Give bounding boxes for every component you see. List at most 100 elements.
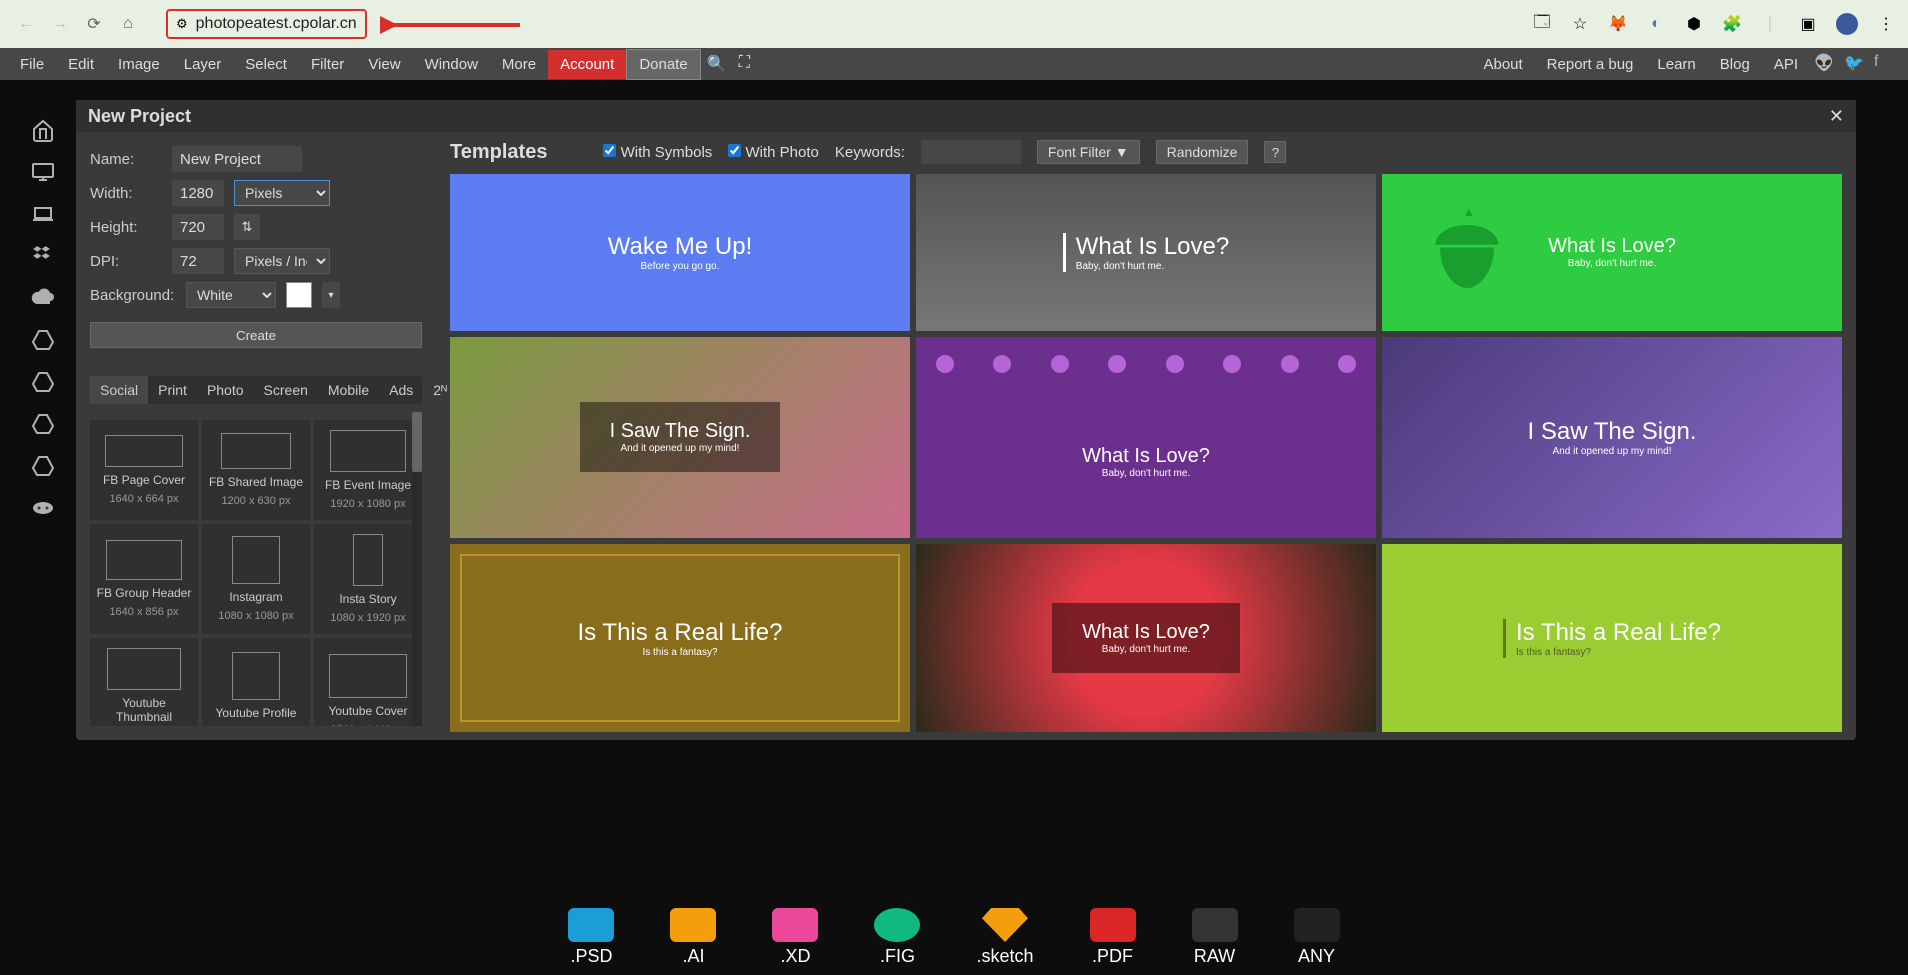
preset-item[interactable]: Youtube Thumbnail1280 x 720 px	[90, 638, 198, 726]
back-button[interactable]: ←	[12, 10, 40, 38]
template-card[interactable]: I Saw The Sign. And it opened up my mind…	[1382, 337, 1842, 539]
menu-layer[interactable]: Layer	[172, 50, 234, 79]
preset-scrollbar[interactable]	[412, 412, 422, 726]
preset-item[interactable]: Youtube Profile800 x 800 px	[202, 638, 310, 726]
menu-image[interactable]: Image	[106, 50, 172, 79]
with-photo-checkbox[interactable]: With Photo	[728, 144, 819, 161]
ext-cube-icon[interactable]: ⬢	[1684, 14, 1704, 34]
template-card[interactable]: What Is Love? Baby, don't hurt me.	[916, 174, 1376, 331]
name-input[interactable]	[172, 146, 302, 172]
menu-edit[interactable]: Edit	[56, 50, 106, 79]
site-info-icon[interactable]: ⚙	[176, 16, 188, 32]
swap-dimensions-button[interactable]: ⇅	[234, 214, 260, 240]
format-raw[interactable]: RAW	[1192, 908, 1238, 967]
preset-thumb	[330, 430, 406, 472]
preset-item[interactable]: FB Page Cover1640 x 664 px	[90, 420, 198, 520]
menu-file[interactable]: File	[8, 50, 56, 79]
cloud-icon[interactable]	[31, 286, 55, 310]
randomize-button[interactable]: Randomize	[1156, 140, 1249, 164]
font-filter-button[interactable]: Font Filter ▼	[1037, 140, 1140, 164]
bookmark-icon[interactable]: ☆	[1570, 14, 1590, 34]
ext-fox-icon[interactable]: 🦊	[1608, 14, 1628, 34]
preset-name: Youtube Profile	[216, 706, 297, 720]
template-card[interactable]: Is This a Real Life? Is this a fantasy?	[1382, 544, 1842, 732]
preset-thumb	[353, 534, 383, 586]
more-icon[interactable]: ⋮	[1876, 14, 1896, 34]
preset-item[interactable]: Instagram1080 x 1080 px	[202, 524, 310, 634]
keywords-input[interactable]	[921, 140, 1021, 164]
template-card[interactable]: What Is Love? Baby, don't hurt me.	[916, 544, 1376, 732]
preset-item[interactable]: Insta Story1080 x 1920 px	[314, 524, 422, 634]
format-pdf[interactable]: .PDF	[1090, 908, 1136, 967]
preset-item[interactable]: FB Shared Image1200 x 630 px	[202, 420, 310, 520]
menu-about[interactable]: About	[1471, 50, 1534, 79]
reddit-icon[interactable]: 👽	[1814, 53, 1836, 75]
preset-tab-ads[interactable]: Ads	[379, 376, 423, 404]
search-icon[interactable]: 🔍	[707, 54, 727, 74]
gamepad-icon[interactable]	[31, 496, 55, 520]
bg-dropdown-button[interactable]: ▾	[322, 282, 340, 308]
dropbox-icon[interactable]	[31, 244, 55, 268]
close-button[interactable]: ✕	[1829, 106, 1844, 127]
menu-window[interactable]: Window	[413, 50, 490, 79]
fullscreen-icon[interactable]: ⛶	[739, 54, 759, 74]
template-card[interactable]: What Is Love? Baby, don't hurt me.	[916, 337, 1376, 539]
menu-account[interactable]: Account	[548, 50, 626, 79]
menu-view[interactable]: View	[356, 50, 412, 79]
template-card[interactable]: Is This a Real Life? Is this a fantasy?	[450, 544, 910, 732]
home-button[interactable]: ⌂	[114, 10, 142, 38]
menu-learn[interactable]: Learn	[1645, 50, 1707, 79]
format-any[interactable]: ANY	[1294, 908, 1340, 967]
gdrive-icon[interactable]	[31, 328, 55, 352]
template-card[interactable]: What Is Love? Baby, don't hurt me.	[1382, 174, 1842, 331]
forward-button[interactable]: →	[46, 10, 74, 38]
height-input[interactable]	[172, 214, 224, 240]
help-button[interactable]: ?	[1264, 141, 1286, 163]
with-symbols-checkbox[interactable]: With Symbols	[603, 144, 712, 161]
menu-more[interactable]: More	[490, 50, 548, 79]
format-ai[interactable]: .AI	[670, 908, 716, 967]
menu-donate[interactable]: Donate	[626, 49, 700, 80]
format-xd[interactable]: .XD	[772, 908, 818, 967]
create-button[interactable]: Create	[90, 322, 422, 348]
preset-tab-screen[interactable]: Screen	[254, 376, 318, 404]
preset-item[interactable]: Youtube Cover2560 x 1440 px	[314, 638, 422, 726]
menu-filter[interactable]: Filter	[299, 50, 356, 79]
facebook-icon[interactable]: f	[1874, 53, 1896, 75]
extensions-icon[interactable]: 🧩	[1722, 14, 1742, 34]
menu-api[interactable]: API	[1762, 50, 1810, 79]
menu-blog[interactable]: Blog	[1708, 50, 1762, 79]
preset-tab-photo[interactable]: Photo	[197, 376, 254, 404]
gdrive3-icon[interactable]	[31, 412, 55, 436]
preset-tab-print[interactable]: Print	[148, 376, 197, 404]
width-input[interactable]	[172, 180, 224, 206]
sidepanel-icon[interactable]: ▣	[1798, 14, 1818, 34]
address-bar[interactable]: ⚙ photopeatest.cpolar.cn	[154, 7, 1520, 41]
bg-select[interactable]: White	[186, 282, 276, 308]
dpi-unit-select[interactable]: Pixels / Inch	[234, 248, 330, 274]
template-card[interactable]: Wake Me Up! Before you go go.	[450, 174, 910, 331]
template-card[interactable]: I Saw The Sign. And it opened up my mind…	[450, 337, 910, 539]
preset-tab-mobile[interactable]: Mobile	[318, 376, 379, 404]
gdrive2-icon[interactable]	[31, 370, 55, 394]
bg-color-swatch[interactable]	[286, 282, 312, 308]
dpi-input[interactable]	[172, 248, 224, 274]
format-psd[interactable]: .PSD	[568, 908, 614, 967]
translate-icon[interactable]: 🗔	[1532, 14, 1552, 34]
format-fig[interactable]: .FIG	[874, 908, 920, 967]
home-icon[interactable]	[31, 118, 55, 142]
twitter-icon[interactable]: 🐦	[1844, 53, 1866, 75]
preset-item[interactable]: FB Event Image1920 x 1080 px	[314, 420, 422, 520]
preset-item[interactable]: FB Group Header1640 x 856 px	[90, 524, 198, 634]
gdrive4-icon[interactable]	[31, 454, 55, 478]
format-sketch[interactable]: .sketch	[976, 908, 1033, 967]
menu-report-a-bug[interactable]: Report a bug	[1535, 50, 1646, 79]
monitor-icon[interactable]	[31, 160, 55, 184]
menu-select[interactable]: Select	[233, 50, 299, 79]
preset-tab-social[interactable]: Social	[90, 376, 148, 404]
reload-button[interactable]: ⟳	[80, 10, 108, 38]
ext-circle-icon[interactable]: ◐	[1646, 14, 1666, 34]
profile-icon[interactable]	[1836, 13, 1858, 35]
laptop-icon[interactable]	[31, 202, 55, 226]
width-unit-select[interactable]: Pixels	[234, 180, 330, 206]
